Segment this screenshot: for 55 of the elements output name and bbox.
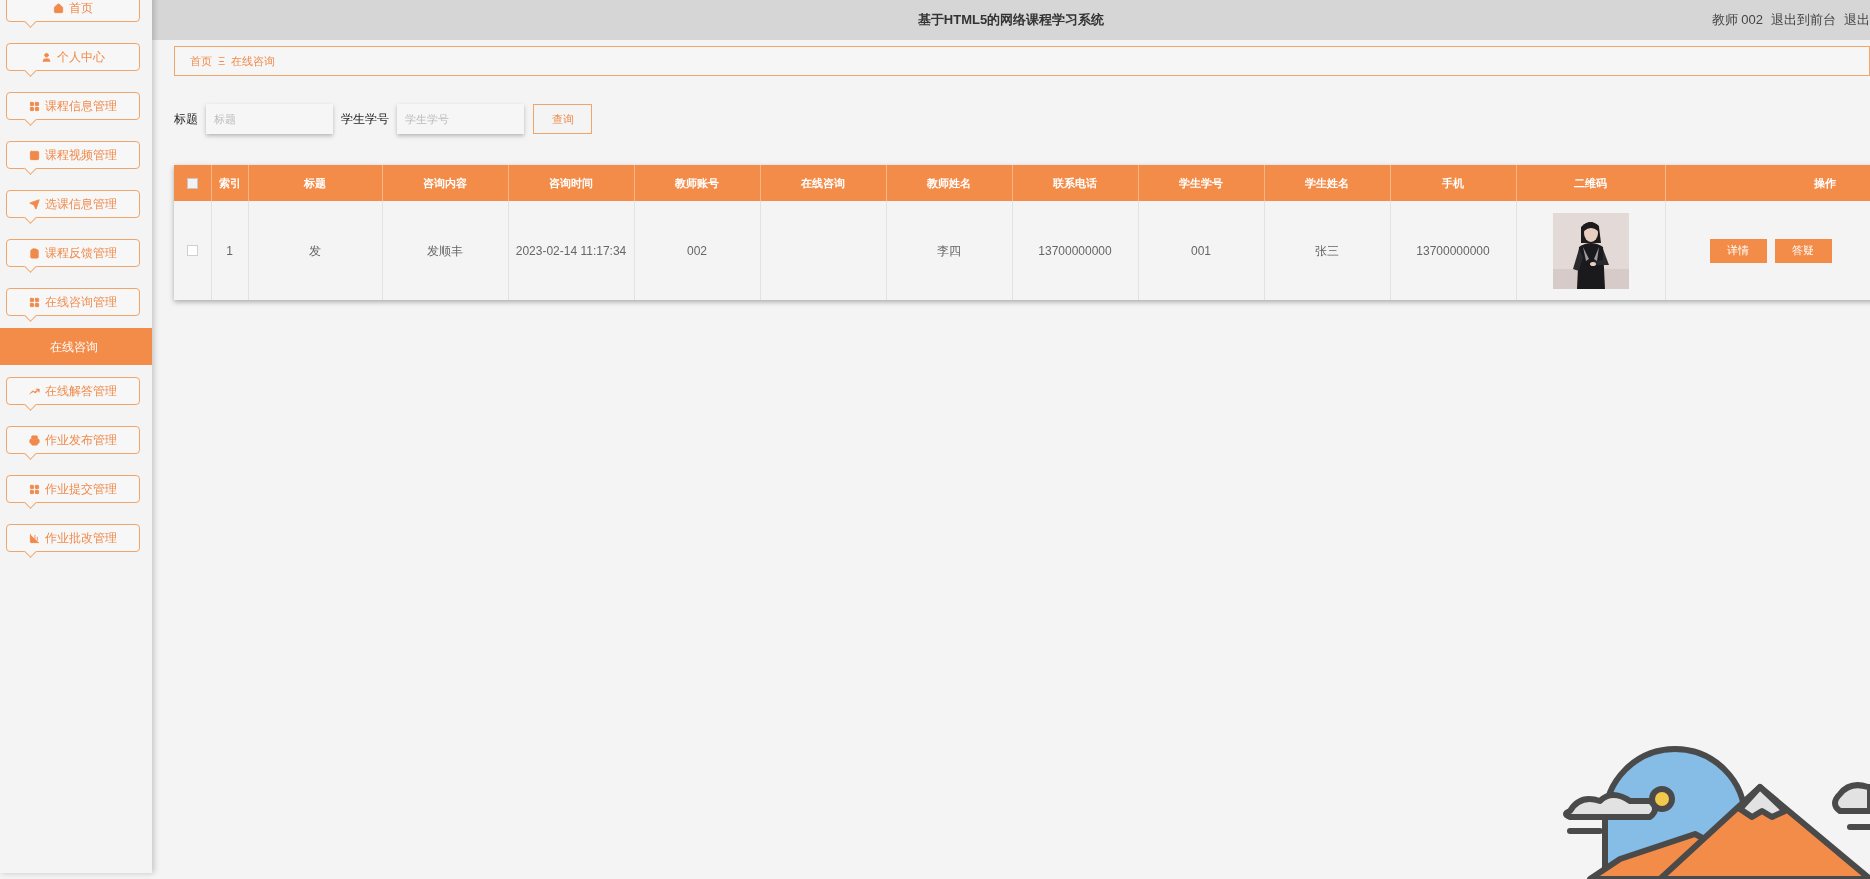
sidebar-item[interactable]: 作业提交管理	[6, 475, 140, 503]
table-cell: 张三	[1315, 243, 1339, 258]
sidebar-item[interactable]: 在线解答管理	[6, 377, 140, 405]
sidebar-item[interactable]: 课程反馈管理	[6, 239, 140, 267]
grid-icon	[29, 296, 40, 308]
column-header: 二维码	[1574, 176, 1607, 189]
sidebar-item[interactable]: 作业发布管理	[6, 426, 140, 454]
sidebar-item[interactable]: 作业批改管理	[6, 524, 140, 552]
checkbox[interactable]	[186, 245, 198, 256]
answer-button[interactable]: 答疑	[1774, 238, 1832, 263]
column-header: 操作	[1814, 176, 1836, 189]
sidebar-item[interactable]: 课程视频管理	[6, 141, 140, 169]
column-header: 学生学号	[1179, 176, 1223, 189]
column-header: 手机	[1442, 176, 1464, 189]
search-button[interactable]: 查询	[533, 104, 592, 134]
breadcrumb-link[interactable]: 首页	[190, 52, 212, 70]
table-cell: 1	[226, 243, 233, 258]
table-cell: 002	[687, 243, 707, 258]
table-cell: 李四	[937, 243, 961, 258]
column-header: 学生姓名	[1305, 176, 1349, 189]
table-cell: 13700000000	[1038, 243, 1112, 258]
column-header: 教师账号	[675, 176, 719, 189]
paper-plane-icon	[29, 198, 40, 210]
header-link[interactable]: 退出	[1844, 10, 1870, 30]
column-header: 咨询时间	[549, 176, 593, 189]
table-cell: 发顺丰	[427, 243, 463, 258]
sidebar-item[interactable]: 在线咨询管理	[6, 288, 140, 316]
column-header: 咨询内容	[423, 176, 467, 189]
table-cell: 13700000000	[1416, 243, 1490, 258]
breadcrumb-separator: Ξ	[218, 53, 226, 69]
column-header: 在线咨询	[801, 176, 845, 189]
table-cell: 发	[309, 243, 321, 258]
sidebar-item[interactable]: 选课信息管理	[6, 190, 140, 218]
checkbox[interactable]	[186, 177, 198, 189]
sidebar-item[interactable]: 个人中心	[6, 43, 140, 71]
details-button[interactable]: 详情	[1709, 238, 1767, 263]
submenu-item[interactable]: 在线咨询	[0, 328, 152, 365]
user-label: 教师 002	[1711, 11, 1763, 30]
column-header: 标题	[304, 176, 326, 189]
home-icon	[53, 2, 64, 14]
system-title: 基于HTML5的网络课程学习系统	[917, 11, 1105, 30]
sidebar-item[interactable]: 首页	[6, 0, 140, 22]
grid-icon	[29, 483, 40, 495]
grid-icon	[29, 100, 40, 112]
field-label: 学生学号	[341, 111, 389, 128]
breadcrumb-current: 在线咨询	[231, 53, 276, 69]
column-header: 教师姓名	[927, 176, 971, 189]
clipboard-icon	[29, 247, 40, 259]
column-header: 联系电话	[1053, 176, 1097, 189]
field-label: 标题	[174, 111, 198, 128]
column-header: 索引	[218, 176, 241, 189]
table-cell: 001	[1191, 243, 1211, 258]
header-link[interactable]: 退出到前台	[1771, 10, 1836, 30]
sidebar-item[interactable]: 课程信息管理	[6, 92, 140, 120]
table-cell: 2023-02-14 11:17:34	[515, 243, 627, 258]
